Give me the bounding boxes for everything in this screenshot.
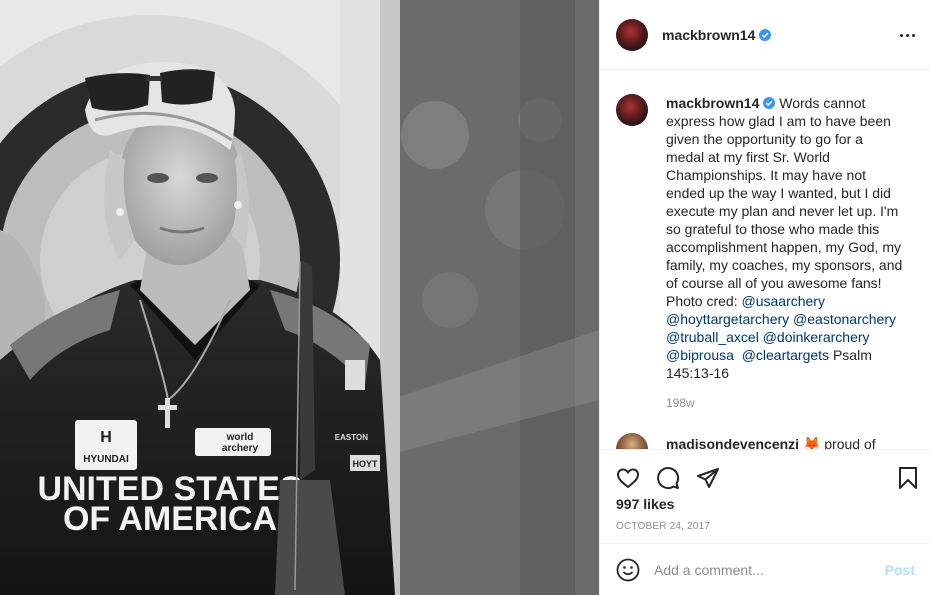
caption-text: mackbrown14 Words cannot express how gla… [666,94,904,412]
action-icons [608,458,923,498]
tag-link[interactable]: @hoyttargetarchery [666,311,789,327]
tag-link[interactable]: @doinkerarchery [763,329,870,345]
caption-body: Words cannot express how glad I am to ha… [666,95,903,309]
caption: mackbrown14 Words cannot express how gla… [616,94,916,412]
tag-link[interactable]: @usaarchery [742,293,825,309]
svg-text:H: H [100,429,112,446]
commenter-avatar[interactable] [616,433,648,449]
like-heart-icon[interactable] [608,458,648,498]
post-dialog: H HYUNDAI world archery EASTON HOYT UNIT… [0,0,930,595]
likes-count[interactable]: 997 likes [616,496,674,512]
author-username[interactable]: mackbrown14 [662,27,755,43]
sponsor2-line2: archery [222,443,259,454]
add-comment-bar: Add a comment... Post [600,543,930,595]
post-photo: H HYUNDAI world archery EASTON HOYT UNIT… [0,0,599,595]
tag-link[interactable]: @biprousa [666,347,734,363]
archer-photo: H HYUNDAI world archery EASTON HOYT UNIT… [0,0,599,595]
comment-input[interactable]: Add a comment... [654,562,885,578]
sponsor1-text: HYUNDAI [83,454,129,465]
tag-link[interactable]: @truball_axcel [666,329,759,345]
comment-bubble-icon[interactable] [648,458,688,498]
comment-body: proud of [824,436,876,449]
post-header: mackbrown14 [600,0,930,70]
post-date[interactable]: OCTOBER 24, 2017 [616,521,710,532]
more-options-icon[interactable] [895,23,919,47]
tag-link[interactable]: @cleartargets [742,347,829,363]
sponsor2-line1: world [226,432,254,443]
share-paper-plane-icon[interactable] [688,458,728,498]
caption-username[interactable]: mackbrown14 [666,95,759,111]
commenter-username[interactable]: madisondevencenzi [666,436,799,449]
emoji-smiley-icon[interactable] [616,558,640,582]
comment-item: madisondevencenzi 🦊 proud of [616,433,916,449]
caption-avatar[interactable] [616,94,648,126]
post-comment-button[interactable]: Post [885,562,915,578]
caption-age[interactable]: 198w [666,394,904,412]
post-side-panel: mackbrown14 mackbrown14 Words cannot exp… [599,0,930,595]
save-bookmark-icon[interactable] [888,458,928,498]
comment-text: madisondevencenzi 🦊 proud of [666,435,876,449]
caption-verified-badge-icon [763,97,776,109]
post-actions: 997 likes OCTOBER 24, 2017 [600,449,930,543]
jersey-line2: OF AMERICA [63,500,277,538]
sleeve2-text: HOYT [352,459,378,469]
comments-area: mackbrown14 Words cannot express how gla… [600,71,930,449]
verified-badge-icon [759,28,772,41]
fox-emoji-icon: 🦊 [802,436,821,449]
sleeve1-text: EASTON [335,433,368,442]
tag-link[interactable]: @eastonarchery [793,311,896,327]
author-avatar[interactable] [616,18,648,51]
